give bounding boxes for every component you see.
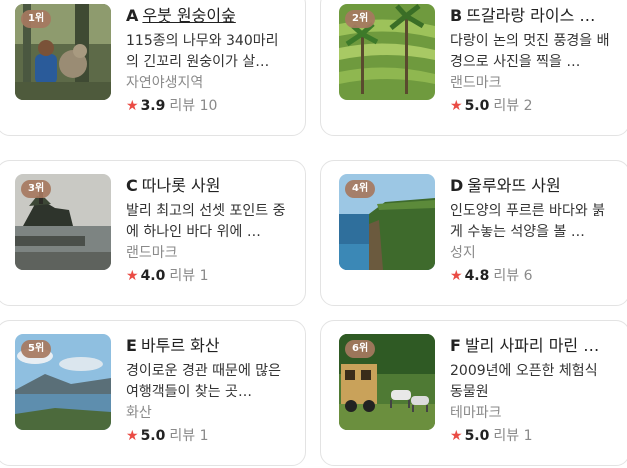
rank-badge: 6위 [345,340,376,358]
attraction-description: 다랑이 논의 멋진 풍경을 배경으로 사진을 찍을 … [450,33,610,70]
attraction-card-c[interactable]: 3위 C 따나롯 사원 발리 최고의 선셋 포인트 중에 하나인 바다 위에 … … [0,160,306,306]
review-number: 2 [523,98,533,114]
rank-badge: 1위 [21,10,52,28]
cliff-temple-photo[interactable]: 4위 [339,174,435,270]
review-count: 리뷰 6 [493,268,532,284]
star-icon: ★ [450,98,463,114]
review-count: 리뷰 2 [493,98,532,114]
rating: ★ 4.8 리뷰 6 [450,265,610,287]
attraction-category: 성지 [450,245,476,261]
review-label: 리뷰 [169,428,196,444]
card-title[interactable]: E 바투르 화산 [126,334,286,358]
attraction-category: 자연야생지역 [126,75,204,91]
attraction-description: 경이로운 경관 때문에 많은 여행객들이 찾는 곳… [126,363,282,400]
attraction-description: 발리 최고의 선셋 포인트 중에 하나인 바다 위에 … [126,203,286,240]
review-number: 1 [199,268,209,284]
map-marker-letter: B [450,6,463,25]
rating: ★ 5.0 리뷰 1 [450,425,610,447]
attraction-category: 랜드마크 [450,75,502,91]
card-title[interactable]: C 따나롯 사원 [126,174,286,198]
rating: ★ 5.0 리뷰 2 [450,95,610,117]
rating-score: 4.8 [464,268,490,284]
star-icon: ★ [126,98,139,114]
review-number: 1 [523,428,533,444]
card-title[interactable]: F 발리 사파리 마린 … [450,334,610,358]
rating-score: 4.0 [140,268,166,284]
star-icon: ★ [126,428,139,444]
attraction-category: 랜드마크 [126,245,178,261]
review-label: 리뷰 [169,268,196,284]
rating-score: 5.0 [464,428,490,444]
attraction-name[interactable]: 우붓 원숭이숲 [142,6,235,25]
rating-score: 5.0 [464,98,490,114]
attraction-name[interactable]: 발리 사파리 마린 … [465,336,599,355]
map-marker-letter: A [126,6,139,25]
rating-score: 3.9 [140,98,166,114]
attraction-card-b[interactable]: 2위 B 뜨갈라랑 라이스 … 다랑이 논의 멋진 풍경을 배경으로 사진을 찍을… [320,0,627,136]
volcano-lake-photo[interactable]: 5위 [15,334,111,430]
star-icon: ★ [126,268,139,284]
review-label: 리뷰 [493,98,520,114]
rice-terrace-photo[interactable]: 2위 [339,4,435,100]
attraction-name[interactable]: 뜨갈라랑 라이스 … [466,6,595,25]
rank-badge: 5위 [21,340,52,358]
map-marker-letter: D [450,176,464,195]
review-count: 리뷰 1 [169,428,208,444]
attraction-description: 115종의 나무와 340마리의 긴꼬리 원숭이가 살… [126,33,279,70]
rank-badge: 2위 [345,10,376,28]
safari-park-photo[interactable]: 6위 [339,334,435,430]
rank-badge: 4위 [345,180,376,198]
map-marker-letter: C [126,176,138,195]
rank-badge: 3위 [21,180,52,198]
attraction-card-f[interactable]: 6위 F 발리 사파리 마린 … 2009년에 오픈한 체험식 동물원 테마파크 … [320,320,627,466]
rating-score: 5.0 [140,428,166,444]
attraction-card-e[interactable]: 5위 E 바투르 화산 경이로운 경관 때문에 많은 여행객들이 찾는 곳… 화산… [0,320,306,466]
rating: ★ 5.0 리뷰 1 [126,425,286,447]
rating: ★ 4.0 리뷰 1 [126,265,286,287]
map-marker-letter: E [126,336,137,355]
monkey-forest-photo[interactable]: 1위 [15,4,111,100]
card-title[interactable]: A 우붓 원숭이숲 [126,4,286,28]
attraction-card-a[interactable]: 1위 A 우붓 원숭이숲 115종의 나무와 340마리의 긴꼬리 원숭이가 살…… [0,0,306,136]
review-number: 10 [199,98,218,114]
attraction-category: 테마파크 [450,405,502,421]
review-number: 6 [523,268,533,284]
rating: ★ 3.9 리뷰 10 [126,95,286,117]
attraction-description: 2009년에 오픈한 체험식 동물원 [450,363,598,400]
card-title[interactable]: B 뜨갈라랑 라이스 … [450,4,610,28]
review-number: 1 [199,428,209,444]
attraction-name[interactable]: 바투르 화산 [141,336,220,355]
map-marker-letter: F [450,336,461,355]
review-label: 리뷰 [493,268,520,284]
attraction-name[interactable]: 울루와뜨 사원 [467,176,560,195]
attraction-name[interactable]: 따나롯 사원 [142,176,221,195]
sea-temple-photo[interactable]: 3위 [15,174,111,270]
review-count: 리뷰 1 [169,268,208,284]
attraction-description: 인도양의 푸르른 바다와 붉게 수놓는 석양을 볼 … [450,203,606,240]
review-count: 리뷰 1 [493,428,532,444]
star-icon: ★ [450,268,463,284]
card-title[interactable]: D 울루와뜨 사원 [450,174,610,198]
attraction-card-d[interactable]: 4위 D 울루와뜨 사원 인도양의 푸르른 바다와 붉게 수놓는 석양을 볼 … … [320,160,627,306]
star-icon: ★ [450,428,463,444]
review-count: 리뷰 10 [169,98,217,114]
review-label: 리뷰 [493,428,520,444]
review-label: 리뷰 [169,98,196,114]
attraction-category: 화산 [126,405,152,421]
